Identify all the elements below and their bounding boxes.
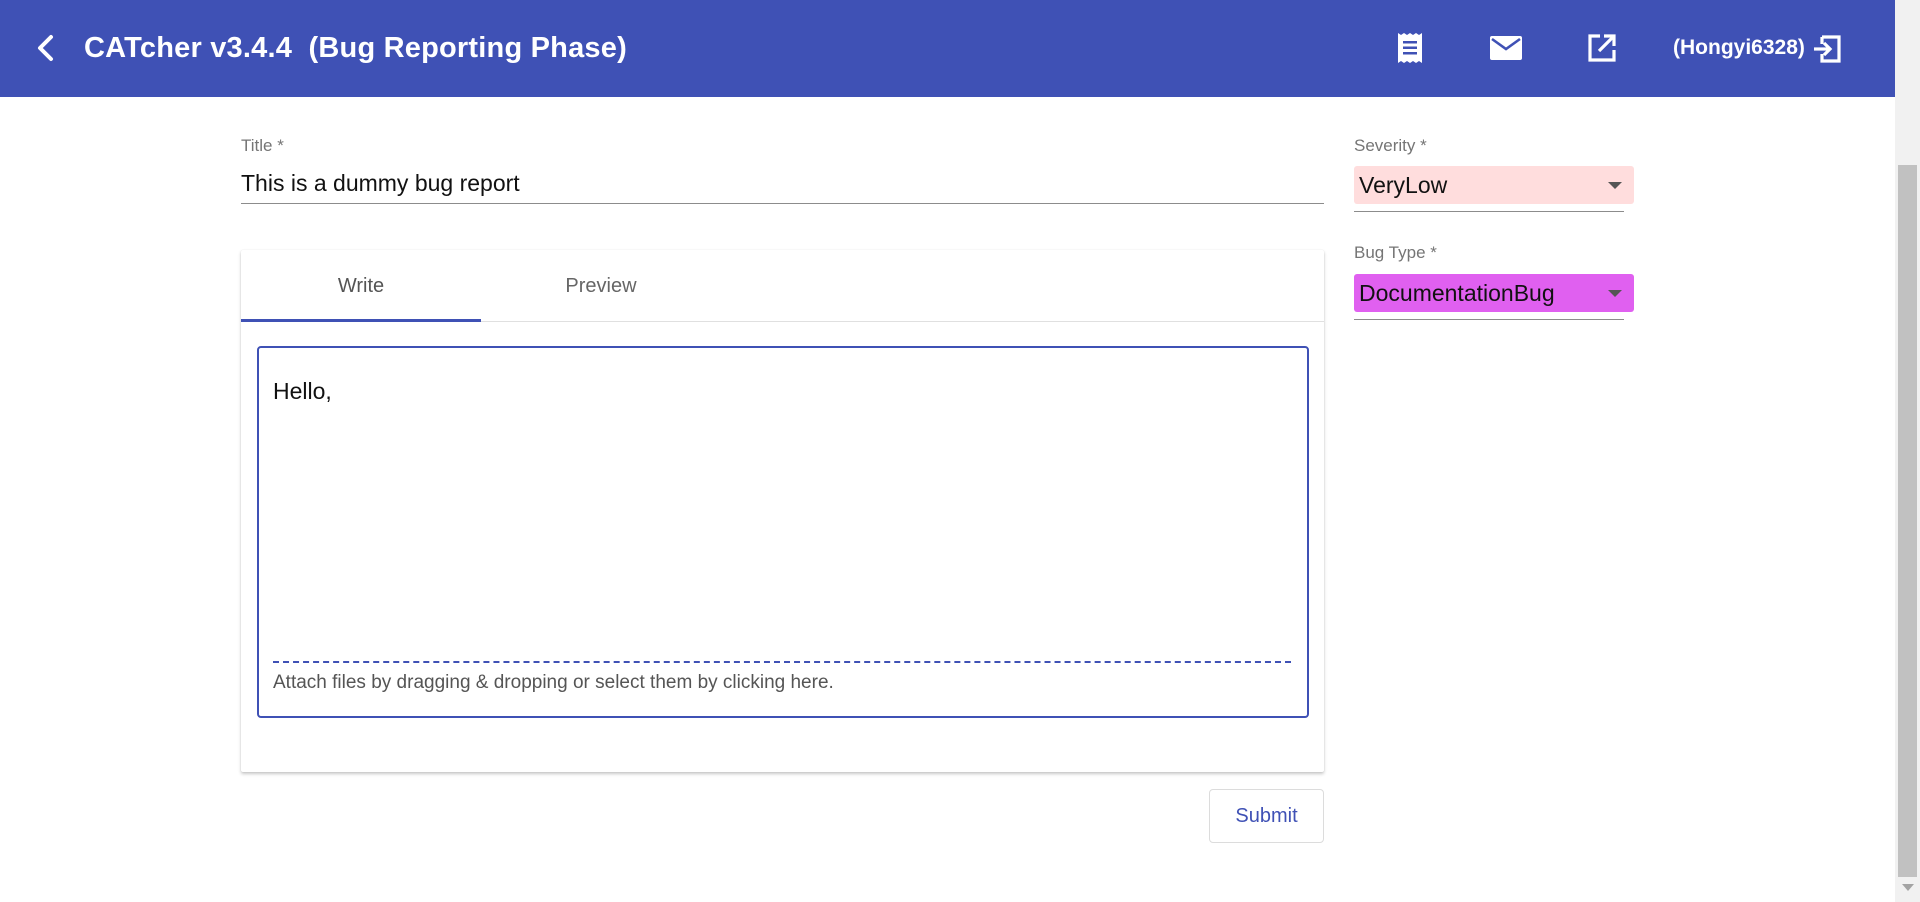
scroll-down-arrow-icon[interactable] bbox=[1902, 884, 1914, 891]
scrollbar-thumb[interactable] bbox=[1898, 165, 1917, 877]
username-label: (Hongyi6328) bbox=[1673, 36, 1805, 59]
editor-tabs: Write Preview bbox=[241, 250, 1324, 322]
file-attach-zone[interactable]: Attach files by dragging & dropping or s… bbox=[273, 661, 1291, 701]
open-external-button[interactable] bbox=[1584, 30, 1620, 66]
mail-button[interactable] bbox=[1488, 30, 1524, 66]
app-title: CATcher v3.4.4 (Bug Reporting Phase) bbox=[84, 32, 627, 64]
open-in-new-icon bbox=[1588, 34, 1616, 62]
title-label: Title * bbox=[241, 136, 284, 155]
severity-select[interactable]: VeryLow bbox=[1354, 166, 1634, 204]
submit-button[interactable]: Submit bbox=[1209, 789, 1324, 843]
attach-hint: Attach files by dragging & dropping or s… bbox=[273, 672, 834, 693]
view-document-button[interactable] bbox=[1392, 30, 1428, 66]
app-toolbar: CATcher v3.4.4 (Bug Reporting Phase) (Ho… bbox=[0, 0, 1895, 97]
bug-type-underline bbox=[1354, 319, 1624, 320]
page-scrollbar[interactable] bbox=[1895, 0, 1920, 902]
back-arrow-icon bbox=[38, 35, 53, 61]
logout-button[interactable] bbox=[1810, 32, 1844, 66]
active-tab-indicator bbox=[241, 319, 481, 322]
bug-type-select[interactable]: DocumentationBug bbox=[1354, 274, 1634, 312]
severity-underline bbox=[1354, 211, 1624, 212]
back-button[interactable] bbox=[28, 30, 64, 66]
bug-type-value: DocumentationBug bbox=[1359, 280, 1555, 306]
description-textarea[interactable]: Hello, bbox=[273, 378, 1293, 658]
bug-type-label: Bug Type * bbox=[1354, 243, 1437, 262]
severity-label: Severity * bbox=[1354, 136, 1427, 155]
severity-value: VeryLow bbox=[1359, 172, 1448, 198]
description-card: Write Preview Hello, Attach files by dra… bbox=[241, 250, 1324, 772]
description-editor: Hello, Attach files by dragging & droppi… bbox=[257, 346, 1309, 718]
dropdown-arrow-icon bbox=[1608, 290, 1622, 297]
tab-preview[interactable]: Preview bbox=[481, 250, 721, 322]
mail-icon bbox=[1490, 36, 1522, 60]
dropdown-arrow-icon bbox=[1608, 182, 1622, 189]
tab-write[interactable]: Write bbox=[241, 250, 481, 322]
title-input[interactable] bbox=[241, 164, 1324, 204]
document-icon bbox=[1398, 33, 1422, 63]
logout-icon bbox=[1814, 35, 1841, 63]
